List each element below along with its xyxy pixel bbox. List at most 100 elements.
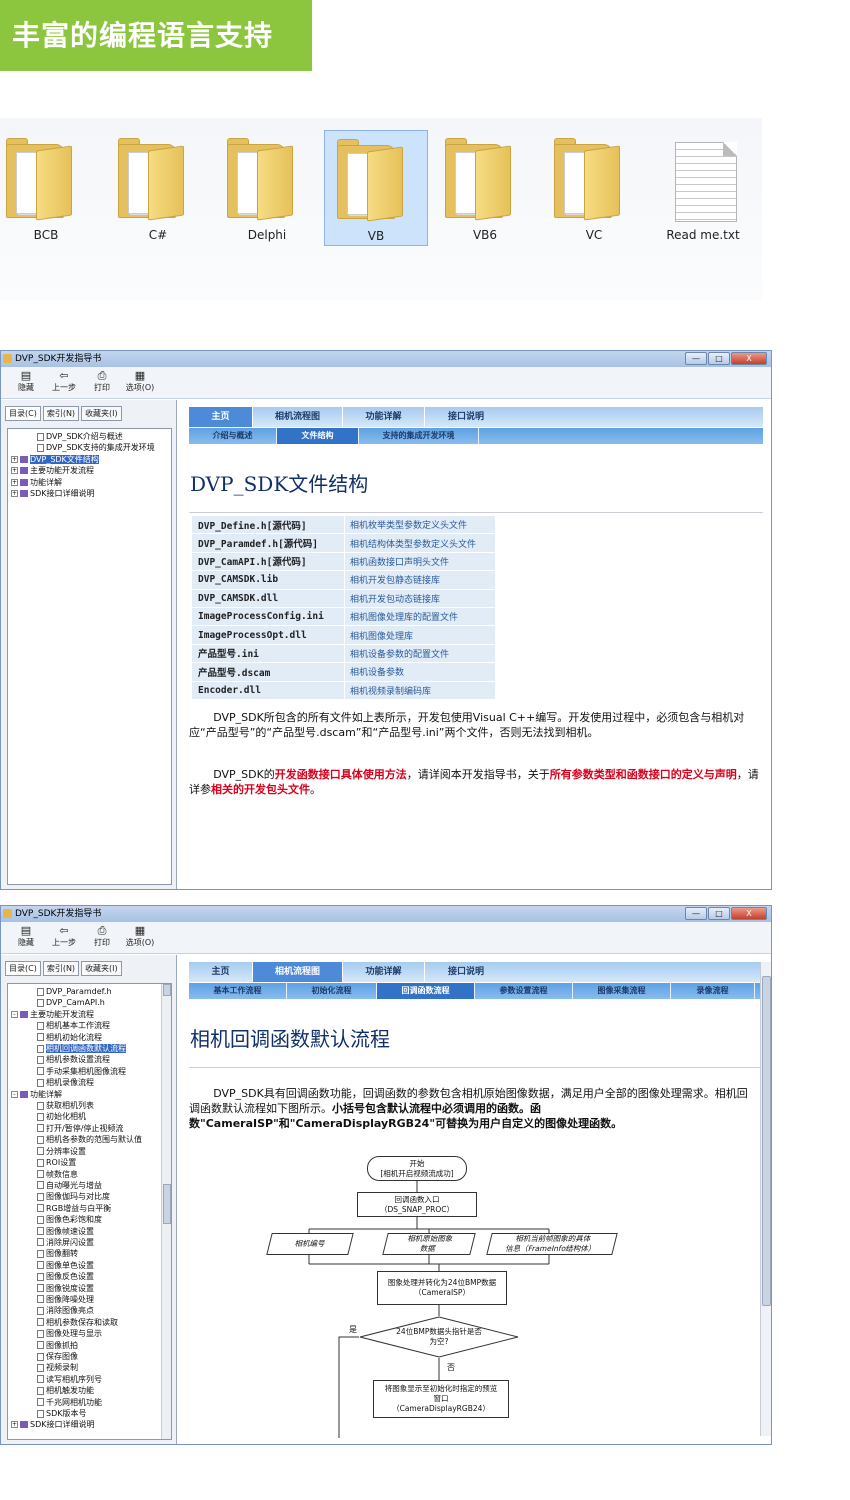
subnav-ide[interactable]: 支持的集成开发环境 — [359, 428, 479, 444]
nav-home[interactable]: 主页 — [189, 407, 253, 427]
file-readme[interactable]: Read me.txt — [651, 130, 755, 246]
tree-item[interactable]: DVP_SDK介绍与概述 — [11, 431, 168, 442]
tree-item[interactable]: DVP_SDK支持的集成开发环境 — [11, 442, 168, 453]
nav-features[interactable]: 功能详解 — [343, 962, 425, 982]
scroll-thumb[interactable] — [163, 1184, 171, 1224]
tree-item[interactable]: 相机各参数的范围与默认值 — [11, 1134, 168, 1145]
subnav-callback-flow[interactable]: 回调函数流程 — [377, 983, 475, 999]
minimize-button[interactable]: — — [685, 907, 707, 920]
tree-item[interactable]: 相机触发功能 — [11, 1385, 168, 1396]
tree-item[interactable]: 图像降噪处理 — [11, 1294, 168, 1305]
tree-item[interactable]: 相机初始化流程 — [11, 1032, 168, 1043]
minimize-button[interactable]: — — [685, 352, 707, 365]
maximize-button[interactable]: □ — [708, 352, 730, 365]
close-button[interactable]: X — [731, 907, 767, 920]
subnav-param-flow[interactable]: 参数设置流程 — [475, 983, 573, 999]
tree-item[interactable]: + SDK接口详细说明 — [11, 1419, 168, 1430]
tree-item[interactable]: - 主要功能开发流程 — [11, 1009, 168, 1020]
tree-item[interactable]: DVP_Paramdef.h — [11, 986, 168, 997]
expand-icon[interactable]: + — [11, 1421, 18, 1429]
tab-favorites[interactable]: 收藏夹(I) — [81, 961, 122, 976]
nav-features[interactable]: 功能详解 — [343, 407, 425, 427]
options-button[interactable]: ▦ 选项(O) — [121, 922, 159, 953]
tree-item[interactable]: SDK版本号 — [11, 1408, 168, 1419]
tree-item[interactable]: 消除屏闪设置 — [11, 1237, 168, 1248]
print-button[interactable]: ⎙ 打印 — [83, 922, 121, 953]
tree-item[interactable]: - 功能详解 — [11, 1089, 168, 1100]
expand-icon[interactable]: + — [11, 490, 18, 498]
tree-item[interactable]: 相机参数保存和读取 — [11, 1317, 168, 1328]
scroll-up-icon[interactable] — [163, 984, 171, 996]
tree-item[interactable]: 图像帧速设置 — [11, 1226, 168, 1237]
tree-item[interactable]: + 功能详解 — [11, 477, 168, 488]
nav-flowcharts[interactable]: 相机流程图 — [253, 962, 343, 982]
tree-item[interactable]: 图像反色设置 — [11, 1271, 168, 1282]
expand-icon[interactable]: + — [11, 455, 18, 463]
tree-item[interactable]: 消除图像亮点 — [11, 1305, 168, 1316]
content-scrollbar[interactable] — [760, 962, 771, 1436]
tab-contents[interactable]: 目录(C) — [5, 961, 41, 976]
folder-bcb[interactable]: BCB — [0, 130, 98, 246]
back-button[interactable]: ⇦ 上一步 — [45, 367, 83, 398]
collapse-icon[interactable]: - — [11, 1090, 18, 1098]
folder-csharp[interactable]: C# — [106, 130, 210, 246]
tree-item[interactable]: + 主要功能开发流程 — [11, 465, 168, 476]
nav-home[interactable]: 主页 — [189, 962, 253, 982]
print-button[interactable]: ⎙ 打印 — [83, 367, 121, 398]
scroll-thumb[interactable] — [762, 976, 771, 1306]
folder-delphi[interactable]: Delphi — [215, 130, 319, 246]
tree-item[interactable]: 图像处理与显示 — [11, 1328, 168, 1339]
tab-index[interactable]: 索引(N) — [42, 961, 80, 976]
close-button[interactable]: X — [731, 352, 767, 365]
file-name[interactable]: DVP_Define.h[源代码] — [192, 516, 344, 534]
nav-api[interactable]: 接口说明 — [425, 962, 507, 982]
tree-item[interactable]: 相机参数设置流程 — [11, 1054, 168, 1065]
subnav-basic-flow[interactable]: 基本工作流程 — [189, 983, 287, 999]
title-bar[interactable]: DVP_SDK开发指导书 — □ X — [1, 906, 771, 922]
maximize-button[interactable]: □ — [708, 907, 730, 920]
subnav-init-flow[interactable]: 初始化流程 — [287, 983, 377, 999]
tree-item[interactable]: + SDK接口详细说明 — [11, 488, 168, 499]
folder-vb[interactable]: VB — [324, 130, 428, 246]
tree-item[interactable]: 图像锐度设置 — [11, 1283, 168, 1294]
file-name[interactable]: DVP_Paramdef.h[源代码] — [192, 534, 344, 552]
nav-flowcharts[interactable]: 相机流程图 — [253, 407, 343, 427]
title-bar[interactable]: DVP_SDK开发指导书 — □ X — [1, 351, 771, 367]
tab-index[interactable]: 索引(N) — [42, 406, 80, 421]
options-button[interactable]: ▦ 选项(O) — [121, 367, 159, 398]
tree-item[interactable]: 图像单色设置 — [11, 1260, 168, 1271]
tree-item[interactable]: RGB增益与白平衡 — [11, 1203, 168, 1214]
tree-item[interactable]: 初始化相机 — [11, 1111, 168, 1122]
tree-item[interactable]: 相机基本工作流程 — [11, 1020, 168, 1031]
subnav-capture-flow[interactable]: 图像采集流程 — [573, 983, 671, 999]
tree-item[interactable]: 手动采集相机图像流程 — [11, 1066, 168, 1077]
expand-icon[interactable]: + — [11, 467, 18, 475]
tree-item[interactable]: 获取相机列表 — [11, 1100, 168, 1111]
tree-item[interactable]: 保存图像 — [11, 1351, 168, 1362]
tab-favorites[interactable]: 收藏夹(I) — [81, 406, 122, 421]
tree-scrollbar[interactable] — [161, 984, 171, 1439]
tree-item[interactable]: 图像抓拍 — [11, 1340, 168, 1351]
folder-vb6[interactable]: VB6 — [433, 130, 537, 246]
nav-api[interactable]: 接口说明 — [425, 407, 507, 427]
subnav-file-structure[interactable]: 文件结构 — [277, 428, 359, 444]
collapse-icon[interactable]: - — [11, 1010, 18, 1018]
expand-icon[interactable]: + — [11, 478, 18, 486]
tree-item[interactable]: 自动曝光与增益 — [11, 1180, 168, 1191]
tree-item[interactable]: 图像翻转 — [11, 1248, 168, 1259]
tree-item[interactable]: 打开/暂停/停止视频流 — [11, 1123, 168, 1134]
tree-item[interactable]: 读写相机序列号 — [11, 1374, 168, 1385]
hide-button[interactable]: ▤ 隐藏 — [7, 367, 45, 398]
tree-item[interactable]: 视频录制 — [11, 1362, 168, 1373]
tree-item[interactable]: 帧数信息 — [11, 1169, 168, 1180]
file-name[interactable]: DVP_CamAPI.h[源代码] — [192, 552, 344, 571]
hide-button[interactable]: ▤ 隐藏 — [7, 922, 45, 953]
tree-item-selected[interactable]: + DVP_SDK文件结构 — [11, 454, 168, 465]
subnav-intro[interactable]: 介绍与概述 — [189, 428, 277, 444]
tree-item[interactable]: 千兆网相机功能 — [11, 1397, 168, 1408]
subnav-record-flow[interactable]: 录像流程 — [671, 983, 755, 999]
tree-item[interactable]: DVP_CamAPI.h — [11, 997, 168, 1008]
tree-item-selected[interactable]: 相机回调函数默认流程 — [11, 1043, 168, 1054]
folder-vc[interactable]: VC — [542, 130, 646, 246]
back-button[interactable]: ⇦ 上一步 — [45, 922, 83, 953]
